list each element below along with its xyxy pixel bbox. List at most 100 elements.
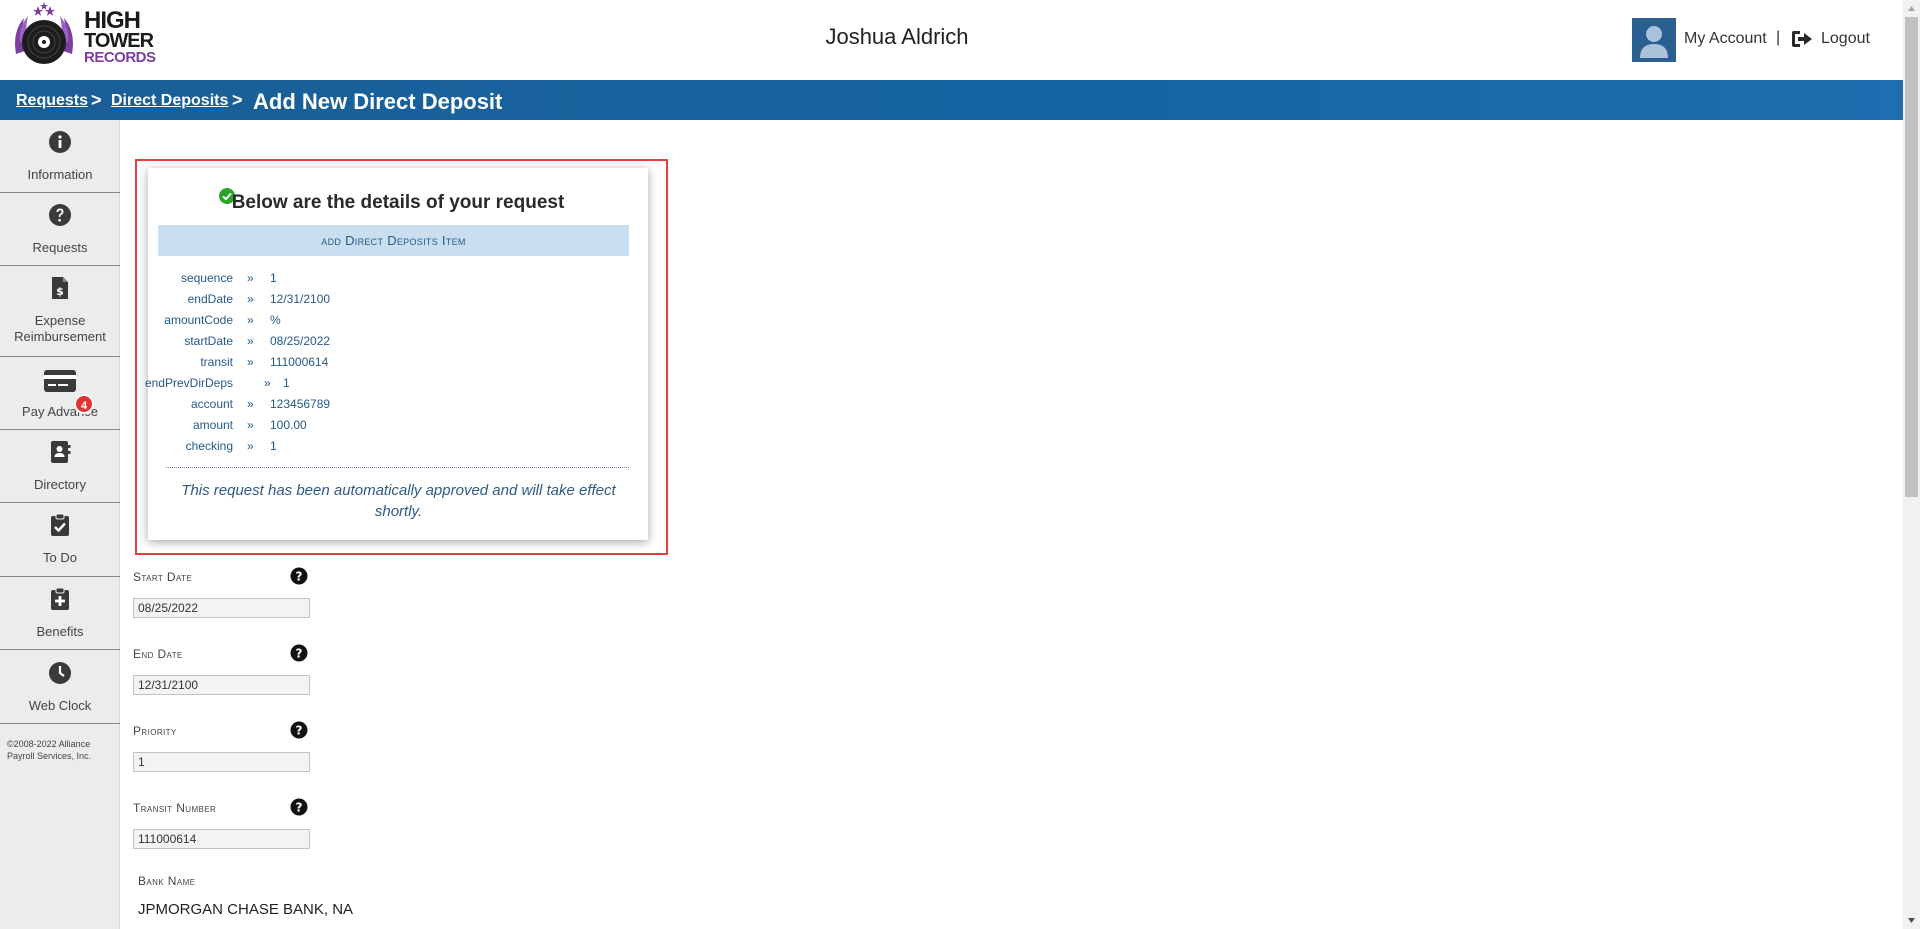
sidebar-item-directory[interactable]: Directory: [0, 430, 120, 503]
end-date-field[interactable]: [133, 675, 310, 695]
clock-icon: [49, 662, 71, 684]
detail-key: amountCode: [164, 313, 233, 327]
vertical-scrollbar[interactable]: [1903, 0, 1920, 929]
address-book-icon: [51, 441, 71, 463]
detail-key: sequence: [180, 271, 233, 285]
sidebar-item-label: Expense Reimbursement: [14, 313, 106, 344]
sidebar-item-label: Pay Advance: [22, 404, 98, 419]
bank-name-value: JPMORGAN CHASE BANK, NA: [138, 901, 354, 918]
approval-note: This request has been automatically appr…: [181, 482, 616, 520]
credit-card-icon: [44, 370, 76, 392]
detail-row: amountCode »%: [148, 313, 648, 333]
sidebar-item-benefits[interactable]: Benefits: [0, 577, 120, 650]
user-name: Joshua Aldrich: [825, 24, 969, 49]
help-icon[interactable]: ?: [290, 798, 308, 816]
detail-key: startDate: [184, 334, 233, 348]
card-title: Below are the details of your request: [231, 192, 565, 213]
detail-arrow: »: [264, 376, 271, 390]
detail-value: 100.00: [270, 418, 307, 432]
sidebar-item-label: Requests: [32, 240, 88, 255]
page-title: Add New Direct Deposit: [253, 89, 503, 114]
sidebar-item-label: Benefits: [36, 624, 84, 639]
sidebar-item-expense-reimbursement[interactable]: $ Expense Reimbursement: [0, 266, 120, 357]
detail-arrow: »: [247, 439, 254, 453]
todo-count-badge: 4: [74, 394, 94, 414]
bank-name-label: Bank Name: [138, 874, 196, 888]
breadcrumb-requests-link[interactable]: Requests: [16, 92, 88, 110]
detail-value: 1: [283, 376, 290, 390]
detail-value: 12/31/2100: [270, 292, 331, 306]
detail-key: checking: [185, 439, 233, 453]
detail-value: 1: [270, 271, 277, 285]
svg-text:?: ?: [296, 647, 303, 661]
detail-key: endDate: [187, 292, 233, 306]
svg-text:$: $: [56, 285, 64, 298]
info-icon: [49, 131, 71, 153]
copyright-text: ©2008-2022 Alliance Payroll Services, In…: [7, 739, 92, 761]
transit-number-field[interactable]: [133, 829, 310, 849]
detail-key: transit: [200, 355, 233, 369]
detail-arrow: »: [247, 334, 254, 348]
clipboard-check-icon: [51, 513, 69, 536]
sidebar-item-information[interactable]: Information: [0, 120, 120, 193]
detail-arrow: »: [247, 271, 254, 285]
detail-key: amount: [192, 418, 233, 432]
priority-field[interactable]: [133, 752, 310, 772]
detail-row: endPrevDirDeps » 1: [144, 376, 648, 396]
request-details-card: Below are the details of your request ad…: [144, 168, 648, 540]
help-icon[interactable]: ?: [290, 567, 308, 585]
sidebar-item-requests[interactable]: Requests: [0, 193, 120, 266]
end-date-label: End Date: [133, 647, 183, 661]
breadcrumb-direct-deposits-link[interactable]: Direct Deposits: [111, 92, 228, 110]
transit-number-label: Transit Number: [133, 801, 217, 815]
detail-arrow: »: [247, 355, 254, 369]
scroll-down-arrow-icon[interactable]: [1903, 912, 1920, 929]
sign-out-icon[interactable]: [1791, 29, 1815, 49]
start-date-label: Start Date: [133, 570, 193, 584]
question-icon: [49, 204, 71, 226]
logout-link[interactable]: Logout: [1821, 30, 1870, 48]
breadcrumb-separator: >: [232, 90, 243, 110]
detail-arrow: »: [247, 292, 254, 306]
sidebar-item-to-do[interactable]: To Do: [0, 503, 120, 577]
detail-arrow: »: [247, 397, 254, 411]
sidebar-item-pay-advance[interactable]: Pay Advance: [0, 357, 120, 430]
breadcrumb: Requests > Direct Deposits > Add New Dir…: [0, 80, 1903, 120]
detail-row: checking » 1: [148, 439, 648, 459]
detail-row: sequence » 1: [148, 271, 648, 291]
start-date-field[interactable]: [133, 598, 310, 618]
detail-value: 123456789: [270, 397, 331, 411]
detail-key: account: [190, 397, 233, 411]
detail-row: amount » 100.00: [148, 418, 648, 438]
detail-row: startDate » 08/25/2022: [148, 334, 648, 354]
detail-value: 08/25/2022: [270, 334, 331, 348]
sidebar-item-web-clock[interactable]: Web Clock: [0, 650, 120, 724]
top-header: HIGH TOWER RECORDS Joshua Aldrich My Acc…: [0, 0, 1903, 80]
invoice-dollar-icon: $: [52, 277, 68, 299]
svg-text:?: ?: [296, 801, 303, 815]
svg-text:?: ?: [296, 570, 303, 584]
detail-arrow: »: [247, 313, 254, 327]
detail-key: endPrevDirDeps: [144, 376, 233, 390]
clipboard-plus-icon: [51, 587, 69, 610]
detail-value: %: [270, 313, 281, 327]
scroll-up-arrow-icon[interactable]: [1903, 0, 1920, 17]
breadcrumb-separator: >: [91, 90, 102, 110]
scrollbar-thumb[interactable]: [1905, 17, 1918, 497]
sidebar-item-label: Directory: [33, 477, 86, 492]
svg-text:?: ?: [296, 724, 303, 738]
detail-row: account » 123456789: [148, 397, 648, 417]
detail-row: endDate » 12/31/2100: [148, 292, 648, 312]
sidebar-item-label: To Do: [43, 550, 77, 565]
header-separator: |: [1776, 29, 1781, 46]
sidebar-item-label: Information: [27, 167, 93, 182]
detail-value: 1: [270, 439, 277, 453]
help-icon[interactable]: ?: [290, 721, 308, 739]
user-avatar-icon[interactable]: [1632, 18, 1676, 62]
my-account-link[interactable]: My Account: [1684, 30, 1767, 48]
priority-label: Priority: [133, 724, 177, 738]
detail-arrow: »: [247, 418, 254, 432]
help-icon[interactable]: ?: [290, 644, 308, 662]
detail-value: 111000614: [270, 355, 329, 369]
sidebar-item-label: Web Clock: [28, 698, 92, 713]
